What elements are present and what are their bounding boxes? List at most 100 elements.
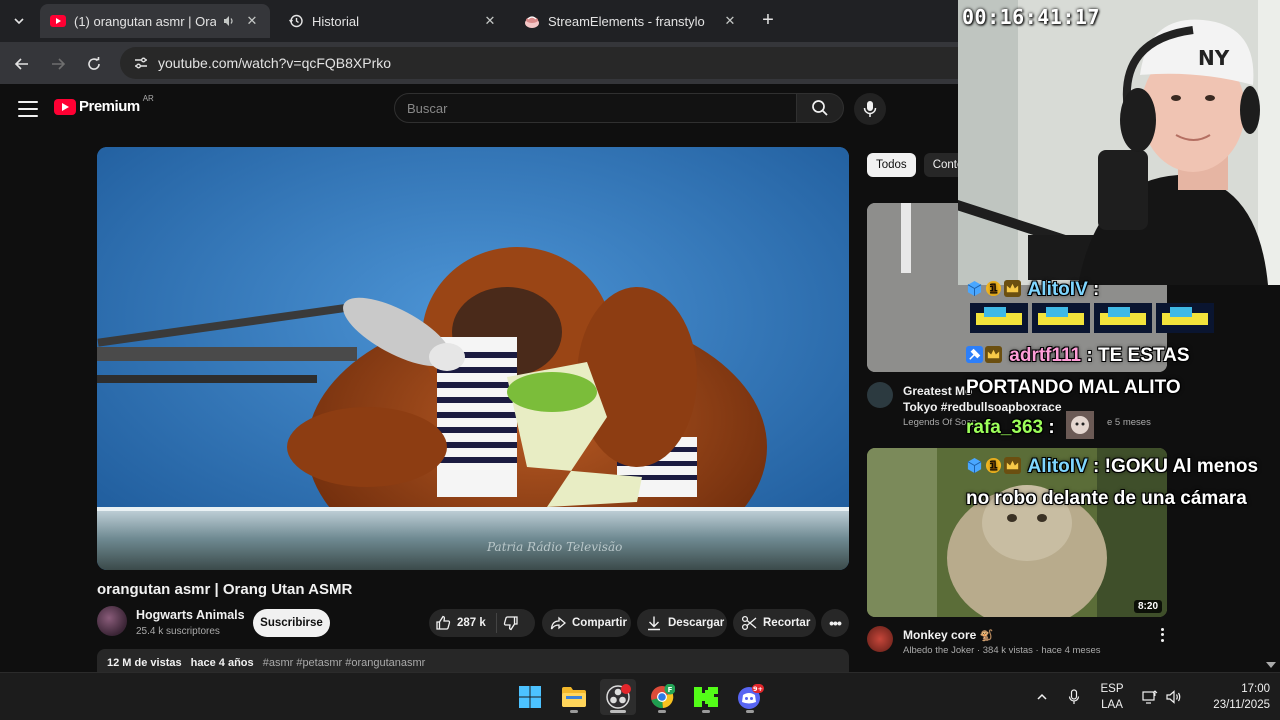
forward-button[interactable] [44, 50, 72, 78]
like-button[interactable] [435, 615, 451, 631]
stream-timer: 00:16:41:17 [962, 5, 1100, 29]
back-button[interactable] [8, 50, 36, 78]
windows-taskbar: F 9+ ESP LAA 17:00 23/11/2025 [0, 672, 1280, 720]
notification-badge: 9+ [753, 685, 763, 693]
more-horizontal-icon: ••• [829, 615, 842, 631]
chat-message: adrtf111 : TE ESTAS PORTANDO MAL ALITO [966, 340, 1266, 404]
download-button[interactable]: Descargar [637, 609, 727, 637]
video-title: orangutan asmr | Orang Utan ASMR [97, 581, 353, 598]
subscribe-button[interactable]: Suscribirse [253, 609, 330, 637]
region-code: AR [142, 94, 154, 103]
folder-icon [562, 687, 586, 707]
clock-time: 17:00 [1241, 683, 1270, 695]
dislike-button[interactable] [503, 615, 519, 631]
chat-message: 1 AlitoIV : !GOKU Al menos no robo delan… [966, 451, 1266, 515]
file-explorer-button[interactable] [556, 679, 592, 715]
rec-channel: Albedo the Joker [903, 645, 975, 656]
scroll-down-icon[interactable] [1266, 662, 1276, 668]
running-indicator [610, 710, 626, 713]
thumbs-down-icon [503, 616, 518, 631]
voice-search-button[interactable] [854, 93, 886, 125]
more-actions-button[interactable]: ••• [821, 609, 849, 637]
channel-avatar[interactable] [867, 626, 893, 652]
crown-badge-icon [1004, 457, 1021, 474]
close-tab-icon[interactable]: ✕ [482, 13, 498, 29]
number-one-badge-icon: 1 [985, 457, 1002, 474]
cube-badge-icon [967, 457, 982, 474]
chrome-button[interactable]: F [644, 679, 680, 715]
channel-name[interactable]: Hogwarts Animals [136, 608, 245, 622]
close-tab-icon[interactable]: ✕ [722, 13, 738, 29]
tab-streamelements[interactable]: StreamElements - franstylo ✕ [514, 4, 748, 38]
chip-todos[interactable]: Todos [867, 153, 916, 177]
tab-search-button[interactable] [6, 8, 32, 34]
chat-username: rafa_363 [966, 417, 1044, 438]
video-watermark: Patria Rádio Televisão [486, 540, 622, 554]
search-button[interactable] [796, 93, 844, 123]
rec-title-line1: Greatest Mo [903, 384, 973, 398]
arrow-right-icon [52, 58, 66, 70]
description-box[interactable]: 12 M de vistas hace 4 años #asmr #petasm… [97, 649, 849, 672]
new-tab-button[interactable]: + [756, 8, 780, 32]
running-indicator [570, 710, 578, 713]
menu-icon[interactable] [16, 98, 40, 120]
svg-text:1: 1 [990, 460, 997, 472]
running-indicator [658, 710, 666, 713]
recommendation-title[interactable]: Monkey core 🐒 [903, 627, 1153, 644]
show-hidden-icons-button[interactable] [1030, 673, 1054, 720]
chrome-icon: F [651, 684, 675, 709]
logo-text: Premium [79, 98, 140, 115]
plus-icon: + [762, 8, 774, 31]
profile-badge: F [668, 686, 673, 694]
tab-youtube[interactable]: (1) orangutan asmr | Orang Utan ASMR ✕ [40, 4, 270, 38]
chevron-up-icon [1037, 693, 1047, 700]
like-count: 287 k [457, 617, 486, 629]
address-bar[interactable]: youtube.com/watch?v=qcFQB8XPrko [120, 47, 1020, 79]
channel-avatar[interactable] [97, 606, 127, 636]
screen: { "browser": { "tabs": [ { "title": "(1)… [0, 0, 1280, 720]
share-button[interactable]: Compartir [542, 609, 631, 637]
history-icon [288, 13, 304, 29]
webcam-overlay: NY [958, 0, 1280, 285]
more-vertical-icon[interactable] [1156, 627, 1168, 643]
discord-button[interactable]: 9+ [732, 679, 768, 715]
chat-text: : [1093, 279, 1100, 300]
kick-button[interactable] [688, 679, 724, 715]
youtube-premium-logo[interactable]: Premium AR [54, 94, 154, 115]
input-language-button[interactable]: ESP LAA [1094, 673, 1130, 720]
tab-history[interactable]: Historial ✕ [278, 4, 508, 38]
chevron-down-icon [14, 18, 24, 25]
view-count: 12 M de vistas [107, 657, 182, 669]
reload-icon [88, 57, 100, 70]
share-label: Compartir [572, 617, 627, 629]
microphone-tray-icon[interactable] [1062, 673, 1086, 720]
microphone-icon [1068, 689, 1080, 704]
obs-button[interactable] [600, 679, 636, 715]
speaker-icon[interactable] [222, 14, 238, 28]
tab-title: Historial [312, 13, 359, 29]
microphone-icon [863, 101, 877, 117]
close-tab-icon[interactable]: ✕ [244, 13, 260, 29]
chat-username: AlitoIV [1027, 456, 1088, 477]
search-box[interactable] [394, 93, 797, 123]
clock[interactable]: 17:00 23/11/2025 [1190, 673, 1270, 720]
start-button[interactable] [512, 679, 548, 715]
hashtags[interactable]: #asmr #petasmr #orangutanasmr [263, 657, 426, 669]
monkey-emoji: 🐒 [979, 630, 994, 642]
volume-icon[interactable] [1162, 673, 1186, 720]
video-player[interactable]: Patria Rádio Televisão [97, 147, 849, 570]
upload-age: hace 4 años [190, 657, 254, 669]
running-indicator [746, 710, 754, 713]
emote-row [970, 303, 1214, 333]
clip-button[interactable]: Recortar [733, 609, 816, 637]
clip-label: Recortar [763, 617, 811, 629]
reload-button[interactable] [80, 50, 108, 78]
hammer-badge-icon [966, 346, 983, 363]
search-input[interactable] [407, 100, 796, 116]
obs-icon [606, 684, 631, 709]
channel-avatar[interactable] [867, 382, 893, 408]
site-settings-icon[interactable] [126, 55, 156, 71]
network-icon[interactable] [1138, 673, 1162, 720]
video-duration: 8:20 [1133, 600, 1162, 613]
svg-text:1: 1 [990, 283, 997, 295]
